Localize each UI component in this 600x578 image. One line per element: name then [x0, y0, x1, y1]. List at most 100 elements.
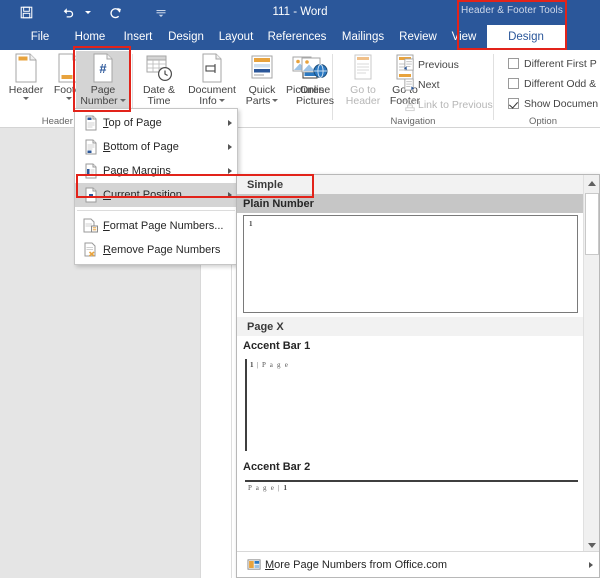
previous-button[interactable]: Previous [401, 56, 459, 74]
different-odd-even-checkbox[interactable]: Different Odd & [508, 75, 596, 92]
submenu-arrow-icon [223, 144, 237, 150]
page-number-button-label-line2: Number [80, 96, 126, 107]
online-pictures-button[interactable]: Online Pictures [292, 51, 338, 113]
menu-format-page-numbers-label: Format Page Numbers... [103, 220, 224, 232]
contextual-tab-title: Header & Footer Tools [461, 5, 563, 16]
accent-bar-left [245, 359, 247, 451]
document-info-icon [199, 51, 225, 83]
group-label-options: Option [529, 116, 557, 127]
submenu-arrow-icon [223, 192, 237, 198]
gallery-category-page-x: Page X [237, 317, 584, 336]
online-pictures-icon [301, 51, 329, 83]
tab-header-footer-design[interactable]: Design [487, 25, 565, 50]
tab-view[interactable]: View [445, 25, 483, 50]
preview-page-number: 1 [249, 220, 253, 228]
top-of-page-icon [79, 115, 103, 131]
menu-current-position[interactable]: Current Position [75, 183, 237, 207]
next-button[interactable]: Next [401, 76, 440, 94]
svg-text:#: # [99, 61, 107, 76]
different-first-page-checkbox[interactable]: Different First P [508, 55, 597, 72]
header-icon [13, 51, 39, 83]
quick-parts-label-line2: Parts [246, 96, 279, 107]
title-bar: 111 - Word Header & Footer Tools [0, 0, 600, 25]
tab-file[interactable]: File [22, 25, 58, 50]
date-time-icon [145, 51, 173, 83]
go-to-header-button[interactable]: Go to Header [341, 51, 385, 113]
gallery-scrollbar[interactable] [583, 175, 599, 553]
tab-references[interactable]: References [262, 25, 332, 50]
chevron-down-icon[interactable] [23, 97, 29, 100]
gallery-item-accent-bar-1-title[interactable]: Accent Bar 1 [237, 336, 584, 355]
gallery-item-accent-bar-2-title[interactable]: Accent Bar 2 [237, 457, 584, 476]
menu-remove-page-numbers[interactable]: Remove Page Numbers [75, 238, 237, 262]
scrollbar-thumb[interactable] [585, 193, 599, 255]
go-to-header-icon [351, 51, 375, 83]
preview-page-number: P a g e | 1 [248, 484, 287, 492]
ribbon-group-navigation: Go to Header Go to Footer [333, 50, 493, 128]
header-button[interactable]: Header [2, 51, 50, 113]
different-odd-even-label: Different Odd & [524, 77, 597, 90]
quick-parts-icon [249, 51, 275, 83]
tab-mailings[interactable]: Mailings [335, 25, 391, 50]
gallery-category-simple: Simple [237, 175, 584, 194]
page-number-gallery: Simple Plain Number 1 Page X Accent Bar … [236, 174, 600, 578]
tab-design[interactable]: Design [162, 25, 210, 50]
next-section-icon [401, 78, 418, 92]
show-document-text-label: Show Documen [524, 97, 599, 110]
tab-layout[interactable]: Layout [213, 25, 259, 50]
menu-bottom-of-page[interactable]: Bottom of Page [75, 135, 237, 159]
link-to-previous-label: Link to Previous [418, 99, 493, 111]
gallery-scroll-area: Simple Plain Number 1 Page X Accent Bar … [237, 175, 584, 553]
gallery-item-accent-bar-1-preview[interactable]: 1 | P a g e [243, 357, 578, 453]
ribbon-group-options: Different First P Different Odd & Show D… [494, 50, 600, 128]
gallery-footer-label: MMore Page Numbers from Office.comore Pa… [265, 558, 447, 571]
gallery-item-accent-bar-2-preview[interactable]: P a g e | 1 [243, 478, 578, 553]
date-and-time-button[interactable]: Date & Time [133, 51, 185, 113]
submenu-arrow-icon [223, 168, 237, 174]
previous-button-label: Previous [418, 59, 459, 71]
checkbox-box [508, 98, 519, 109]
show-document-text-checkbox[interactable]: Show Documen [508, 95, 598, 112]
chevron-down-icon[interactable] [218, 99, 225, 102]
tab-insert[interactable]: Insert [117, 25, 159, 50]
menu-separator [77, 210, 235, 211]
menu-page-margins[interactable]: Page Margins [75, 159, 237, 183]
tab-review[interactable]: Review [394, 25, 442, 50]
link-to-previous-button[interactable]: Link to Previous [401, 96, 493, 114]
document-info-label-line2: Info [199, 96, 225, 107]
menu-top-of-page[interactable]: Top of Page [75, 111, 237, 135]
scroll-up-icon[interactable] [584, 175, 599, 191]
gallery-item-plain-number-title[interactable]: Plain Number [237, 194, 584, 213]
gallery-footer[interactable]: MMore Page Numbers from Office.comore Pa… [237, 551, 599, 577]
menu-bottom-of-page-label: Bottom of Page [103, 141, 179, 153]
format-page-numbers-icon [79, 218, 103, 234]
checkbox-box [508, 58, 519, 69]
group-label-navigation: Navigation [390, 116, 436, 127]
chevron-down-icon[interactable] [272, 99, 279, 102]
bottom-of-page-icon [79, 139, 103, 155]
previous-section-icon [401, 58, 418, 72]
accent-bar-top [245, 480, 578, 482]
page-number-icon: # [90, 51, 116, 83]
gallery-item-plain-number-preview[interactable]: 1 [243, 215, 578, 313]
tab-home[interactable]: Home [68, 25, 112, 50]
menu-current-position-label: Current Position [103, 189, 182, 201]
next-button-label: Next [418, 79, 440, 91]
date-time-label-line2: Time [147, 95, 171, 107]
submenu-arrow-icon [223, 120, 237, 126]
chevron-down-icon[interactable] [66, 97, 72, 100]
quick-parts-button[interactable]: Quick Parts [240, 51, 284, 113]
chevron-down-icon[interactable] [119, 99, 126, 102]
menu-top-of-page-label: Top of Page [103, 117, 162, 129]
different-first-page-label: Different First P [524, 57, 597, 70]
menu-format-page-numbers[interactable]: Format Page Numbers... [75, 214, 237, 238]
document-info-button[interactable]: Document Info [183, 51, 241, 113]
go-to-header-label-line2: Header [345, 95, 381, 107]
page-margins-icon [79, 163, 103, 179]
current-position-icon [79, 187, 103, 203]
page-number-button[interactable]: # Page Number [76, 51, 130, 115]
checkbox-box [508, 78, 519, 89]
submenu-arrow-icon [583, 562, 599, 568]
menu-page-margins-label: Page Margins [103, 165, 171, 177]
word-window: 111 - Word Header & Footer Tools File Ho… [0, 0, 600, 578]
